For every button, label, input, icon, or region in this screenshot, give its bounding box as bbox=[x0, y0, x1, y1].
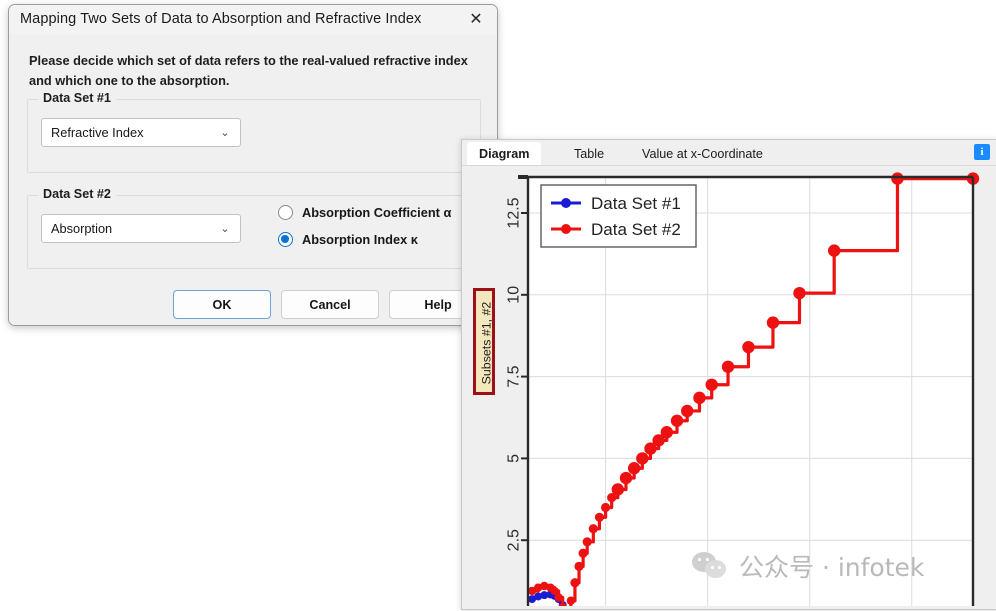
series-marker-2 bbox=[705, 378, 718, 391]
series-marker-2 bbox=[574, 561, 584, 571]
data-set-2-group: Data Set #2 Absorption ⌄ Absorption Coef… bbox=[27, 187, 481, 269]
y-tick-label: 5 bbox=[506, 454, 523, 463]
radio-icon-checked bbox=[278, 232, 293, 247]
tab-value-at-x-coordinate[interactable]: Value at x-Coordinate bbox=[630, 142, 775, 165]
y-tick-label: 7.5 bbox=[506, 365, 523, 387]
series-marker-2 bbox=[600, 502, 611, 513]
cancel-button[interactable]: Cancel bbox=[281, 290, 379, 319]
series-marker-2 bbox=[660, 426, 674, 439]
watermark: 公众号 · infotek bbox=[692, 548, 924, 584]
chevron-down-icon: ⌄ bbox=[220, 223, 230, 235]
y-axis-label-highlight: Subsets #1, #2 bbox=[473, 288, 495, 395]
data-set-2-value: Absorption bbox=[51, 221, 113, 236]
dialog-titlebar: Mapping Two Sets of Data to Absorption a… bbox=[9, 5, 497, 36]
close-icon[interactable]: ✕ bbox=[463, 9, 489, 31]
y-tick-label: 2.5 bbox=[506, 529, 523, 551]
series-marker-2 bbox=[793, 286, 806, 300]
ok-button[interactable]: OK bbox=[173, 290, 271, 319]
series-marker-2 bbox=[693, 391, 706, 405]
y-tick-label: 12.5 bbox=[506, 197, 523, 228]
radio-absorption-coefficient[interactable]: Absorption Coefficient α bbox=[278, 205, 451, 220]
series-marker-2 bbox=[594, 512, 605, 522]
dialog-title: Mapping Two Sets of Data to Absorption a… bbox=[20, 11, 422, 27]
mapping-dialog: Mapping Two Sets of Data to Absorption a… bbox=[8, 4, 498, 326]
data-set-1-value: Refractive Index bbox=[51, 125, 144, 140]
series-marker-2 bbox=[627, 462, 641, 475]
series-marker-2 bbox=[742, 340, 755, 354]
diagram-window: Diagram Table Value at x-Coordinate i 2.… bbox=[461, 139, 996, 610]
wechat-icon bbox=[692, 552, 732, 580]
series-marker-2 bbox=[670, 414, 684, 427]
data-set-1-group: Data Set #1 Refractive Index ⌄ bbox=[27, 91, 481, 173]
legend-marker-1 bbox=[561, 198, 571, 208]
series-marker-2 bbox=[566, 596, 576, 605]
info-icon[interactable]: i bbox=[974, 144, 990, 160]
series-marker-2 bbox=[766, 316, 780, 329]
series-marker-2 bbox=[611, 483, 625, 496]
radio-absorption-index[interactable]: Absorption Index κ bbox=[278, 232, 418, 247]
radio-absorption-coefficient-label: Absorption Coefficient α bbox=[302, 205, 452, 220]
dialog-body: Please decide which set of data refers t… bbox=[9, 35, 497, 325]
watermark-text: 公众号 · infotek bbox=[739, 553, 925, 582]
series-marker-2 bbox=[681, 404, 694, 418]
data-set-2-combobox[interactable]: Absorption ⌄ bbox=[41, 214, 241, 243]
series-marker-2 bbox=[827, 244, 841, 257]
series-marker-2 bbox=[578, 548, 588, 558]
radio-absorption-index-label: Absorption Index κ bbox=[302, 232, 418, 247]
data-set-1-group-title: Data Set #1 bbox=[38, 91, 116, 105]
series-marker-2 bbox=[619, 471, 633, 485]
diagram-plot: 2.557.51012.50.511.52xData Set #1Data Se… bbox=[506, 172, 980, 606]
legend-label-2: Data Set #2 bbox=[591, 220, 681, 239]
tab-diagram[interactable]: Diagram bbox=[467, 142, 542, 165]
data-set-2-group-title: Data Set #2 bbox=[38, 187, 116, 201]
legend-label-1: Data Set #1 bbox=[591, 194, 681, 213]
series-marker-2 bbox=[636, 452, 649, 465]
chevron-down-icon: ⌄ bbox=[220, 127, 230, 139]
series-marker-2 bbox=[721, 360, 735, 373]
y-axis-label: Subsets #1, #2 bbox=[479, 301, 494, 385]
tab-table[interactable]: Table bbox=[562, 142, 616, 165]
radio-icon-unchecked bbox=[278, 205, 293, 220]
series-marker-2 bbox=[570, 578, 580, 588]
instruction-text: Please decide which set of data refers t… bbox=[29, 53, 468, 88]
chart-canvas: 2.557.51012.50.511.52xData Set #1Data Se… bbox=[465, 166, 992, 606]
tab-strip: Diagram Table Value at x-Coordinate i bbox=[462, 140, 996, 165]
data-set-1-combobox[interactable]: Refractive Index ⌄ bbox=[41, 118, 241, 147]
y-tick-label: 10 bbox=[506, 286, 523, 304]
series-marker-2 bbox=[588, 524, 598, 534]
series-marker-2 bbox=[891, 172, 904, 185]
legend-marker-2 bbox=[561, 224, 571, 234]
series-marker-2 bbox=[582, 537, 592, 547]
series-marker-2 bbox=[554, 593, 563, 602]
